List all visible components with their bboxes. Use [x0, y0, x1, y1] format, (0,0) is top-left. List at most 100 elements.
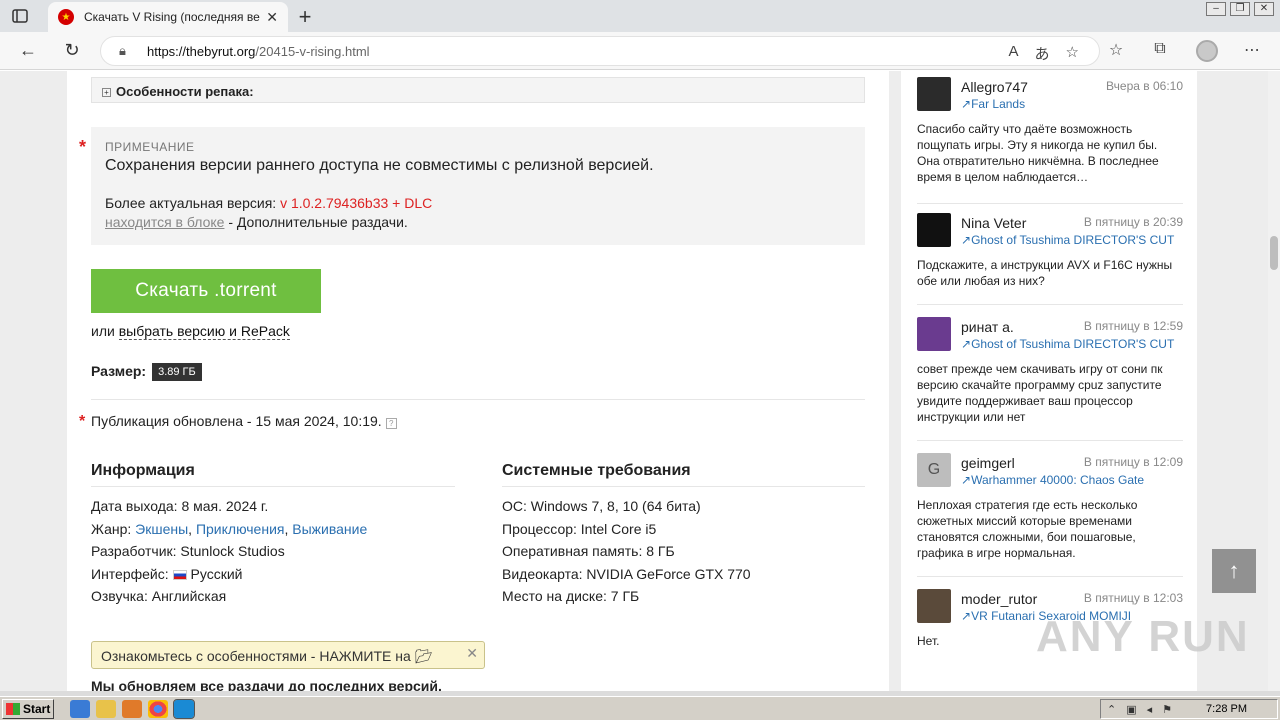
choose-version-link[interactable]: выбрать версию и RePack [118, 323, 290, 340]
genre-link[interactable]: Экшены [135, 521, 188, 537]
comment-author[interactable]: Nina Veter [961, 215, 1026, 231]
url-actions: A あ ☆ [1009, 43, 1079, 64]
info-rule [91, 486, 455, 487]
media-player-icon[interactable] [122, 700, 142, 718]
external-link-icon: ↗ [961, 337, 972, 351]
divider [91, 399, 865, 400]
release-row: Дата выхода: 8 мая. 2024 г. [91, 495, 367, 518]
lock-icon[interactable]: 🔒︎ [119, 43, 133, 59]
comment-game-link[interactable]: ↗Ghost of Tsushima DIRECTOR'S CUT [961, 337, 1183, 351]
comment-game-link[interactable]: ↗Far Lands [961, 97, 1183, 111]
start-button[interactable]: Start [2, 699, 54, 719]
help-icon[interactable]: ? [385, 418, 397, 429]
sysreq-title: Системные требования [502, 462, 691, 479]
chrome-icon[interactable] [148, 700, 168, 718]
info-list: Дата выхода: 8 мая. 2024 г. Жанр: Экшены… [91, 495, 367, 608]
comment-game: Warhammer 40000: Chaos Gate [971, 473, 1145, 487]
info-title: Информация [91, 462, 195, 479]
comment-author[interactable]: moder_rutor [961, 591, 1037, 607]
located-line: находится в блоке - Дополнительные разда… [105, 214, 408, 230]
comment-game-link[interactable]: ↗Ghost of Tsushima DIRECTOR'S CUT [961, 233, 1183, 247]
comment-game: Ghost of Tsushima DIRECTOR'S CUT [971, 233, 1175, 247]
comments-sidebar: Allegro747 Вчера в 06:10 ↗Far Lands Спасибо… [901, 71, 1197, 691]
ram-value: 8 ГБ [646, 543, 675, 560]
comment-game: Ghost of Tsushima DIRECTOR'S CUT [971, 337, 1175, 351]
tab-actions-icon[interactable] [10, 6, 30, 26]
system-tray: ⌃ ▣ ◂ ⚑ 7:28 PM [1100, 699, 1278, 719]
translate-icon[interactable]: あ [1035, 43, 1050, 64]
size-line: Размер: 3.89 ГБ [91, 363, 202, 381]
download-torrent-button[interactable]: Скачать .torrent [91, 269, 321, 313]
tab-active[interactable]: ★ Скачать V Rising (последняя вер ✕ [48, 2, 288, 32]
expand-icon[interactable]: + [102, 88, 111, 97]
favorites-icon[interactable]: ☆ [1104, 40, 1128, 60]
features-banner[interactable]: Ознакомьтесь с особенностями - НАЖМИТЕ н… [91, 641, 485, 669]
gpu-value: NVIDIA GeForce GTX 770 [586, 565, 751, 582]
located-suffix: - Дополнительные раздачи. [224, 214, 408, 230]
explorer-icon[interactable] [96, 700, 116, 718]
back-icon[interactable]: ← [16, 40, 40, 61]
dev-label: Разработчик: [91, 543, 177, 560]
actual-prefix: Более актуальная версия: [105, 195, 277, 211]
close-window-icon[interactable]: ✕ [1254, 2, 1274, 16]
genre-link[interactable]: Выживание [292, 521, 367, 537]
user-avatar[interactable] [917, 77, 951, 111]
collections-icon[interactable]: ⧉ [1148, 40, 1172, 58]
gpu-label: Видеокарта: [502, 565, 583, 582]
voice-value: Английская [151, 588, 227, 605]
tab-close-icon[interactable]: ✕ [266, 9, 278, 26]
edge-icon[interactable] [173, 699, 195, 719]
user-avatar[interactable] [917, 317, 951, 351]
banner-close-icon[interactable]: ✕ [466, 645, 478, 662]
comment-text: совет прежде чем скачивать игру от сони … [917, 362, 1163, 424]
comment-separator [917, 440, 1183, 441]
comment-author[interactable]: Allegro747 [961, 79, 1028, 95]
external-link-icon: ↗ [961, 97, 972, 111]
cpu-row: Процессор: Intel Core i5 [502, 518, 751, 541]
new-tab-button[interactable]: + [292, 4, 318, 30]
address-bar-row: ← ↻ 🔒︎ https://thebyrut.org/20415-v-risi… [0, 32, 1280, 70]
pub-marker: * [79, 413, 86, 430]
menu-icon[interactable]: ⋯ [1240, 40, 1264, 60]
minimize-icon[interactable]: – [1206, 2, 1226, 16]
security-icon[interactable]: ⚑ [1162, 703, 1172, 716]
comment-author[interactable]: ринат а. [961, 319, 1014, 335]
vertical-scrollbar[interactable] [1268, 71, 1280, 691]
comment-text: Спасибо сайту что даёте возможность пощу… [917, 122, 1159, 184]
user-avatar[interactable] [917, 589, 951, 623]
add-favorite-icon[interactable]: ☆ [1066, 43, 1079, 64]
volume-icon[interactable]: ◂ [1147, 703, 1153, 716]
external-link-icon: ↗ [961, 473, 972, 487]
ui-value: Русский [190, 565, 243, 582]
url-field[interactable]: 🔒︎ https://thebyrut.org/20415-v-rising.h… [100, 36, 1100, 66]
reload-icon[interactable]: ↻ [60, 40, 84, 61]
user-avatar[interactable] [917, 213, 951, 247]
user-avatar[interactable]: G [917, 453, 951, 487]
network-icon[interactable]: ▣ [1126, 703, 1136, 716]
genre-link[interactable]: Приключения [196, 521, 285, 537]
bottom-text: Мы обновляем все раздачи до последних ве… [91, 678, 442, 691]
scroll-to-top-button[interactable]: ↑ [1212, 549, 1256, 593]
russian-flag-icon [172, 569, 187, 580]
start-label: Start [23, 702, 51, 716]
comment-author[interactable]: geimgerl [961, 455, 1015, 471]
note-text: Сохранения версии раннего доступа не сов… [105, 157, 654, 174]
ie-icon[interactable] [70, 700, 90, 718]
os-label: ОС: [502, 498, 527, 514]
external-link-icon: ↗ [961, 233, 972, 247]
interface-row: Интерфейс: Русский [91, 563, 367, 586]
restore-icon[interactable]: ❐ [1230, 2, 1250, 16]
scroll-thumb[interactable] [1270, 236, 1278, 270]
read-aloud-icon[interactable]: A [1009, 43, 1019, 64]
dev-value: Stunlock Studios [180, 543, 285, 560]
comment-game: Far Lands [971, 97, 1026, 111]
note-label: ПРИМЕЧАНИЕ [105, 140, 195, 154]
tray-arrow-icon[interactable]: ⌃ [1107, 703, 1116, 716]
located-link[interactable]: находится в блоке [105, 214, 224, 230]
comment-game-link[interactable]: ↗Warhammer 40000: Chaos Gate [961, 473, 1183, 487]
url-host: https://thebyrut.org [147, 43, 256, 59]
disk-row: Место на диске: 7 ГБ [502, 585, 751, 608]
profile-avatar[interactable] [1196, 40, 1218, 62]
repack-features-spoiler[interactable]: + Особенности репака: [91, 77, 865, 103]
page-viewport: + Особенности репака: * ПРИМЕЧАНИЕ Сохран… [0, 71, 1268, 691]
